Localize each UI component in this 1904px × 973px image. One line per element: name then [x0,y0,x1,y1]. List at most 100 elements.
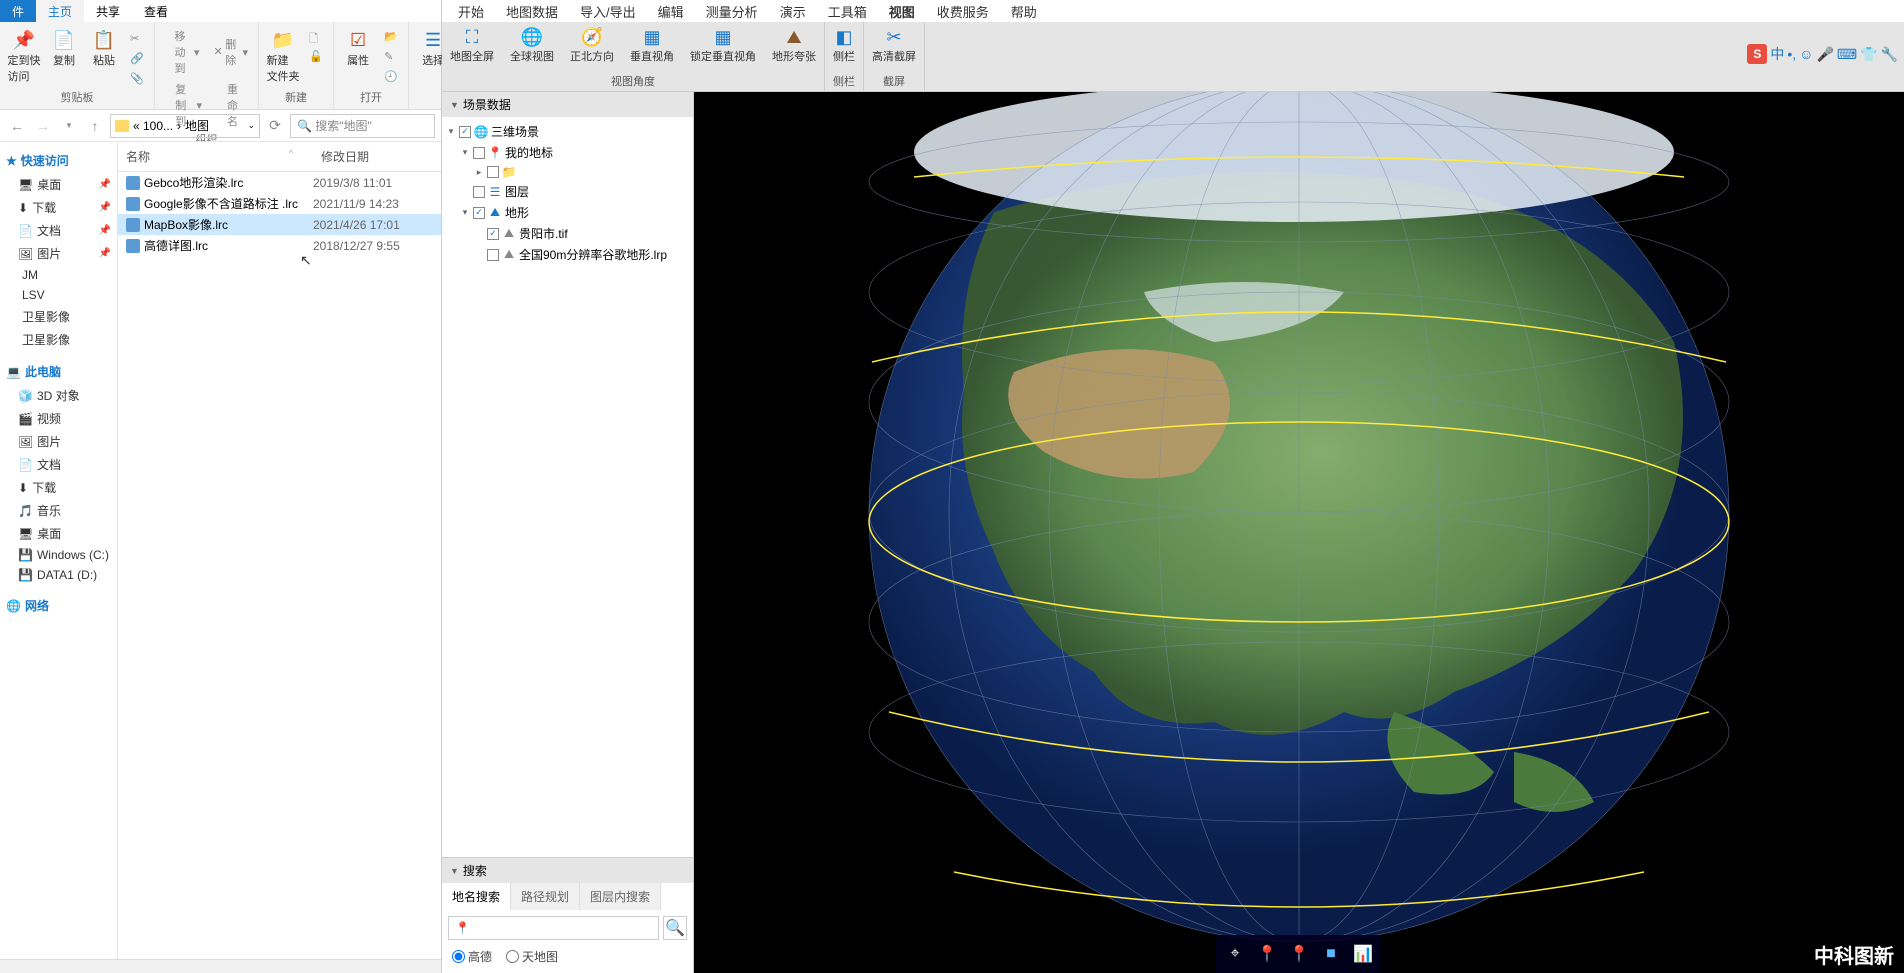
new-item-button[interactable]: 🗋 [305,28,327,46]
search-input[interactable]: 📍 [448,916,659,940]
nav-downloads2[interactable]: ⬇下载 [0,476,117,499]
tree-terrain-item[interactable]: ⛰全国90m分辨率谷歌地形.lrp [446,244,689,265]
cut-button[interactable]: ✂ [126,30,148,48]
search-input[interactable]: 🔍 搜索"地图" [290,114,435,138]
checkbox[interactable] [487,228,499,240]
nav-pictures2[interactable]: 🖼图片 [0,430,117,453]
file-row[interactable]: Google影像不含道路标注 .lrc2021/11/9 14:23 [118,193,441,214]
search-panel-title[interactable]: 搜索 [442,858,693,883]
lock-vertical-button[interactable]: ▦锁定垂直视角 [682,22,764,71]
tab-place-search[interactable]: 地名搜索 [442,883,511,910]
sogou-icon[interactable]: S [1747,44,1767,64]
menu-view[interactable]: 视图 [889,2,915,21]
properties-button[interactable]: ☑属性 [340,28,376,68]
tree-layers[interactable]: ☰图层 [446,181,689,202]
pin-to-quick-button[interactable]: 📌定到快 访问 [6,28,42,84]
breadcrumb[interactable]: « 100... › 地图 ⌄ [110,114,260,138]
column-name[interactable]: 名称^ [118,142,321,171]
nav-drive-c[interactable]: 💾Windows (C:) [0,545,117,565]
menu-paid[interactable]: 收费服务 [937,2,989,21]
nav-documents[interactable]: 📄文档📌 [0,219,117,242]
scene-panel-title[interactable]: 场景数据 [442,92,693,117]
menu-edit[interactable]: 编辑 [658,2,684,21]
file-row[interactable]: 高德详图.lrc2018/12/27 9:55 [118,235,441,256]
checkbox[interactable] [473,186,485,198]
horizontal-scrollbar[interactable] [0,959,441,973]
paste-button[interactable]: 📋粘贴 [86,28,122,68]
globe-view-button[interactable]: 🌐全球视图 [502,22,562,71]
fullscreen-button[interactable]: ⛶地图全屏 [442,22,502,71]
terrain-exag-button[interactable]: ⛰地形夸张 [764,22,824,71]
nav-jm[interactable]: JM [0,265,117,285]
vertical-button[interactable]: ▦垂直视角 [622,22,682,71]
nav-music[interactable]: 🎵音乐 [0,499,117,522]
menu-mapdata[interactable]: 地图数据 [506,2,558,21]
menu-help[interactable]: 帮助 [1011,2,1037,21]
tab-layer-search[interactable]: 图层内搜索 [580,883,661,910]
tree-terrain[interactable]: ▾⛰地形 [446,202,689,223]
quick-access[interactable]: ★快速访问 [0,148,117,173]
menu-demo[interactable]: 演示 [780,2,806,21]
up-button[interactable]: ↑ [84,115,106,137]
nav-videos[interactable]: 🎬视频 [0,407,117,430]
menu-toolbox[interactable]: 工具箱 [828,2,867,21]
refresh-button[interactable]: ⟳ [264,115,286,137]
tool-target[interactable]: ⌖ [1220,939,1250,969]
nav-sat1[interactable]: 卫星影像 [0,305,117,328]
sidebar-button[interactable]: ◧侧栏 [825,22,863,71]
nav-documents2[interactable]: 📄文档 [0,453,117,476]
nav-pictures[interactable]: 🖼图片📌 [0,242,117,265]
tab-route[interactable]: 路径规划 [511,883,580,910]
screenshot-button[interactable]: ✂高清截屏 [864,22,924,71]
move-to-button[interactable]: 移动到▾ [161,26,204,78]
copy-button[interactable]: 📄复制 [46,28,82,68]
collapse-icon[interactable]: ▾ [460,147,470,158]
menu-measure[interactable]: 测量分析 [706,2,758,21]
collapse-icon[interactable]: ▾ [460,207,470,218]
column-date[interactable]: 修改日期 [321,142,441,171]
tool-pin1[interactable]: 📍 [1252,939,1282,969]
tree-landmark-sub[interactable]: ▸📁 [446,163,689,181]
nav-desktop[interactable]: 🖥桌面📌 [0,173,117,196]
open-button[interactable]: 📂 [380,28,402,46]
back-button[interactable]: ← [6,115,28,137]
ime-mic-icon[interactable]: 🎤 [1816,46,1833,63]
file-row[interactable]: Gebco地形渲染.lrc2019/3/8 11:01 [118,172,441,193]
menu-start[interactable]: 开始 [458,2,484,21]
file-row[interactable]: MapBox影像.lrc2021/4/26 17:01 [118,214,441,235]
recent-button[interactable]: ▾ [58,115,80,137]
checkbox[interactable] [459,126,471,138]
ime-tool-icon[interactable]: 🔧 [1881,46,1898,63]
ime-punct-icon[interactable]: •, [1787,46,1796,62]
expand-icon[interactable]: ▸ [474,167,484,178]
north-button[interactable]: 🧭正北方向 [562,22,622,71]
collapse-icon[interactable]: ▾ [446,126,456,137]
nav-downloads[interactable]: ⬇下载📌 [0,196,117,219]
tool-pin2[interactable]: 📍 [1284,939,1314,969]
ime-keyboard-icon[interactable]: ⌨ [1837,46,1857,63]
ime-toolbar[interactable]: S 中 •, ☺ 🎤 ⌨ 👕 🔧 [1747,44,1898,64]
tree-terrain-item[interactable]: ⛰贵阳市.tif [446,223,689,244]
forward-button[interactable]: → [32,115,54,137]
nav-desktop2[interactable]: 🖥桌面 [0,522,117,545]
tree-landmarks[interactable]: ▾📍我的地标 [446,142,689,163]
ime-lang[interactable]: 中 [1770,44,1784,64]
nav-lsv[interactable]: LSV [0,285,117,305]
tree-root[interactable]: ▾🌐三维场景 [446,121,689,142]
copy-path-button[interactable]: 🔗 [126,50,148,68]
radio-tianditu[interactable]: 天地图 [506,948,558,965]
menu-import-export[interactable]: 导入/导出 [580,2,636,21]
breadcrumb-segment[interactable]: « 100... [133,119,173,133]
tab-file[interactable]: 件 [0,0,36,22]
search-go-button[interactable]: 🔍 [663,916,687,940]
this-pc[interactable]: 💻此电脑 [0,359,117,384]
nav-drive-d[interactable]: 💾DATA1 (D:) [0,565,117,585]
nav-3d[interactable]: 🧊3D 对象 [0,384,117,407]
tool-chart[interactable]: 📊 [1348,939,1378,969]
delete-button[interactable]: ✕删除▾ [210,26,253,78]
paste-shortcut-button[interactable]: 📎 [126,70,148,88]
globe-view[interactable]: ⌖ 📍 📍 ■ 📊 中科图新 [694,92,1904,973]
checkbox[interactable] [473,207,485,219]
new-folder-button[interactable]: 📁新建 文件夹 [265,28,301,84]
tab-share[interactable]: 共享 [84,0,132,22]
